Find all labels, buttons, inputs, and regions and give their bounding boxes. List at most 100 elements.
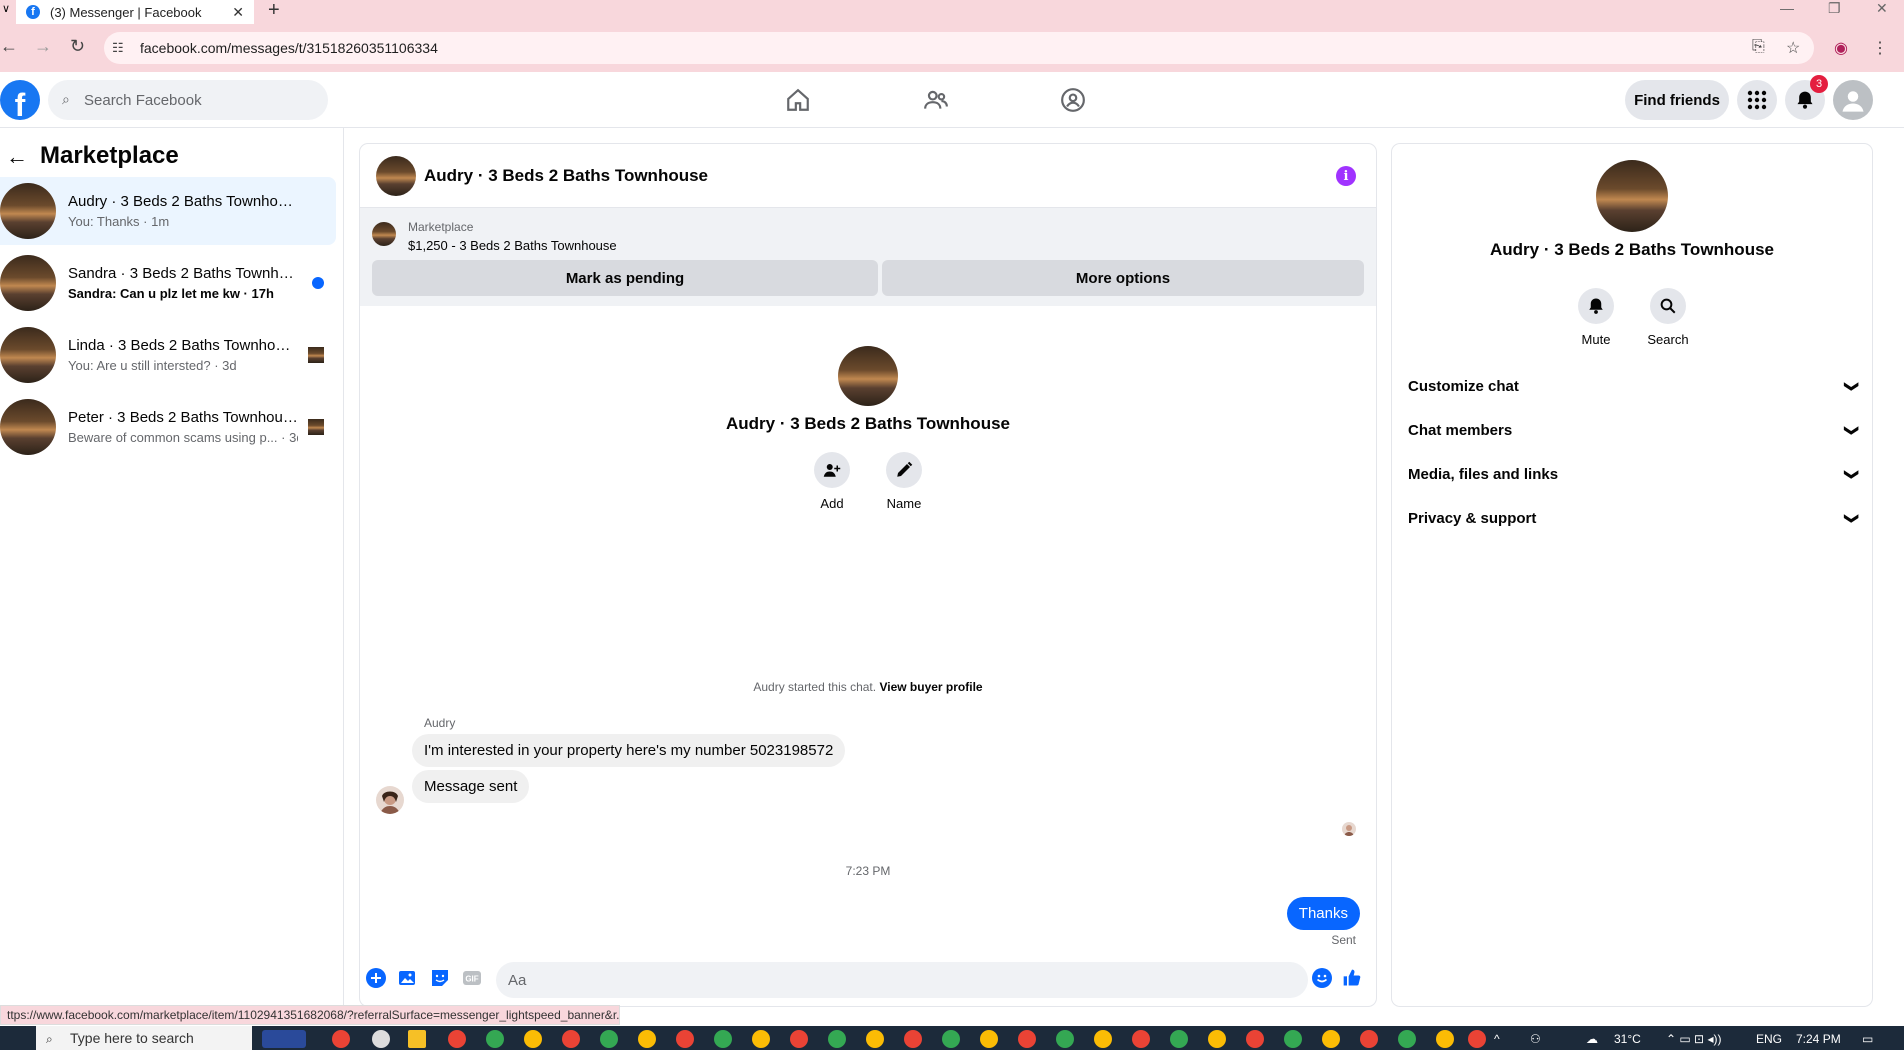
chrome-icon[interactable]: [714, 1030, 732, 1048]
media-files-links-section[interactable]: Media, files and links ❯: [1408, 452, 1861, 496]
chrome-icon[interactable]: [638, 1030, 656, 1048]
url-field[interactable]: facebook.com/messages/t/3151826035110633…: [104, 32, 1814, 64]
chrome-icon[interactable]: [1398, 1030, 1416, 1048]
file-explorer-icon[interactable]: [408, 1030, 426, 1048]
incoming-message[interactable]: Message sent: [412, 770, 530, 803]
tab-search-icon[interactable]: ∨: [2, 2, 10, 15]
app-icon[interactable]: [372, 1030, 390, 1048]
facebook-favicon-icon: f: [26, 5, 40, 19]
groups-icon[interactable]: [1059, 86, 1087, 114]
customize-chat-section[interactable]: Customize chat ❯: [1408, 364, 1861, 408]
chrome-icon[interactable]: [1056, 1030, 1074, 1048]
profile-icon[interactable]: ◉: [1834, 38, 1848, 58]
chrome-icon[interactable]: [1284, 1030, 1302, 1048]
avatar-icon[interactable]: [1833, 80, 1873, 120]
search-button[interactable]: Search: [1638, 288, 1698, 347]
chat-title[interactable]: Audry · 3 Beds 2 Baths Townhouse: [424, 166, 708, 186]
chat-members-section[interactable]: Chat members ❯: [1408, 408, 1861, 452]
chrome-icon[interactable]: [600, 1030, 618, 1048]
image-icon[interactable]: [398, 968, 418, 988]
like-icon[interactable]: [1342, 968, 1362, 988]
chrome-icon[interactable]: [1436, 1030, 1454, 1048]
browser-menu-icon[interactable]: ⋮: [1872, 38, 1888, 58]
back-arrow-icon[interactable]: ←: [6, 144, 28, 170]
chrome-icon[interactable]: [828, 1030, 846, 1048]
chrome-icon[interactable]: [1018, 1030, 1036, 1048]
home-icon[interactable]: [784, 86, 812, 114]
chrome-icon[interactable]: [980, 1030, 998, 1048]
info-icon[interactable]: i: [1336, 166, 1356, 186]
bookmark-star-icon[interactable]: ☆: [1786, 38, 1800, 58]
chrome-icon[interactable]: [562, 1030, 580, 1048]
close-window-icon[interactable]: ✕: [1876, 0, 1888, 17]
mark-as-pending-button[interactable]: Mark as pending: [372, 260, 878, 296]
outgoing-message[interactable]: Thanks: [1286, 897, 1360, 930]
chrome-icon[interactable]: [1322, 1030, 1340, 1048]
chrome-icon[interactable]: [448, 1030, 466, 1048]
site-info-icon[interactable]: ☷: [112, 40, 124, 56]
conversation-item[interactable]: Peter · 3 Beds 2 Baths Townhouse Beware …: [0, 393, 336, 461]
facebook-search-input[interactable]: Search Facebook: [48, 80, 328, 120]
conversation-item[interactable]: Audry · 3 Beds 2 Baths Townhouse You: Th…: [0, 177, 336, 245]
temperature[interactable]: 31°C: [1614, 1032, 1641, 1046]
chrome-icon[interactable]: [1170, 1030, 1188, 1048]
notification-center-icon[interactable]: ▭: [1862, 1032, 1873, 1046]
view-buyer-profile-link[interactable]: View buyer profile: [879, 680, 982, 694]
details-avatar[interactable]: [1596, 160, 1668, 232]
taskbar-clock[interactable]: 7:24 PM: [1796, 1032, 1841, 1046]
message-input[interactable]: Aa: [496, 962, 1308, 998]
gif-icon[interactable]: GIF: [462, 968, 482, 988]
chrome-icon[interactable]: [1132, 1030, 1150, 1048]
name-button[interactable]: Name: [874, 452, 934, 511]
sticker-icon[interactable]: [430, 968, 450, 988]
system-tray-icons[interactable]: ⌃ ▭ ⊡ ◂)): [1666, 1032, 1721, 1046]
more-options-button[interactable]: More options: [882, 260, 1364, 296]
profile-avatar[interactable]: [838, 346, 898, 406]
add-button[interactable]: Add: [802, 452, 862, 511]
back-icon[interactable]: ←: [0, 36, 18, 57]
browser-tab[interactable]: f (3) Messenger | Facebook ✕: [16, 0, 254, 24]
minimize-icon[interactable]: —: [1780, 0, 1794, 16]
forward-icon[interactable]: →: [34, 36, 52, 57]
mute-button[interactable]: Mute: [1566, 288, 1626, 347]
sender-avatar[interactable]: [376, 786, 404, 814]
conversation-name: Audry · 3 Beds 2 Baths Townhouse: [68, 193, 298, 210]
chrome-icon[interactable]: [942, 1030, 960, 1048]
chrome-icon[interactable]: [1094, 1030, 1112, 1048]
tray-chevron-icon[interactable]: ^: [1494, 1032, 1500, 1046]
install-icon[interactable]: ⎘: [1752, 38, 1765, 56]
emoji-icon[interactable]: [1312, 968, 1332, 988]
plus-icon[interactable]: [366, 968, 386, 988]
new-tab-icon[interactable]: +: [268, 0, 280, 20]
conversation-item[interactable]: Linda · 3 Beds 2 Baths Townhouse You: Ar…: [0, 321, 336, 389]
friends-icon[interactable]: [922, 86, 950, 114]
chrome-icon[interactable]: [1208, 1030, 1226, 1048]
reload-icon[interactable]: ↻: [70, 36, 85, 57]
chrome-icon[interactable]: [1246, 1030, 1264, 1048]
chrome-icon[interactable]: [524, 1030, 542, 1048]
conversation-item[interactable]: Sandra · 3 Beds 2 Baths Townho... Sandra…: [0, 249, 336, 317]
people-icon[interactable]: ⚇: [1530, 1032, 1541, 1046]
close-tab-icon[interactable]: ✕: [232, 4, 244, 21]
menu-grid-icon[interactable]: [1737, 80, 1777, 120]
conversation-name: Linda · 3 Beds 2 Baths Townhouse: [68, 337, 298, 354]
privacy-support-section[interactable]: Privacy & support ❯: [1408, 496, 1861, 540]
restore-icon[interactable]: ❐: [1828, 0, 1841, 17]
chrome-icon[interactable]: [1468, 1030, 1486, 1048]
chrome-icon[interactable]: [866, 1030, 884, 1048]
facebook-logo-icon[interactable]: f: [0, 80, 40, 120]
language-indicator[interactable]: ENG: [1756, 1032, 1782, 1046]
chrome-icon[interactable]: [676, 1030, 694, 1048]
chrome-icon[interactable]: [752, 1030, 770, 1048]
weather-icon[interactable]: ☁: [1586, 1032, 1598, 1046]
chat-avatar[interactable]: [376, 155, 416, 196]
chrome-icon[interactable]: [1360, 1030, 1378, 1048]
chrome-icon[interactable]: [790, 1030, 808, 1048]
chrome-icon[interactable]: [486, 1030, 504, 1048]
chrome-icon[interactable]: [904, 1030, 922, 1048]
chrome-icon[interactable]: [332, 1030, 350, 1048]
news-widget-icon[interactable]: [262, 1030, 306, 1048]
incoming-message[interactable]: I'm interested in your property here's m…: [412, 734, 846, 767]
taskbar-search-input[interactable]: Type here to search: [36, 1026, 252, 1050]
find-friends-button[interactable]: Find friends: [1625, 80, 1729, 120]
